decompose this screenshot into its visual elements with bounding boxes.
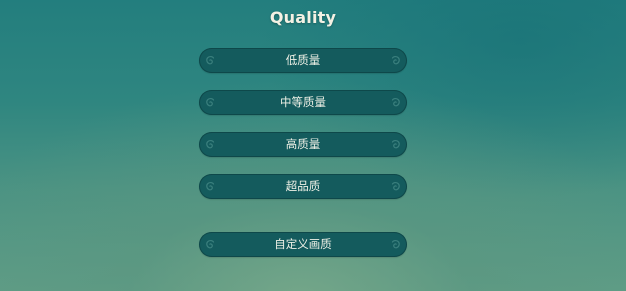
swirl-right-icon [390, 55, 401, 66]
swirl-left-icon [205, 181, 216, 192]
swirl-right-icon [390, 139, 401, 150]
swirl-right-icon [390, 181, 401, 192]
custom-quality-button[interactable]: 自定义画质 [199, 232, 407, 257]
high-quality-button[interactable]: 高质量 [199, 132, 407, 157]
swirl-left-icon [205, 97, 216, 108]
low-quality-button[interactable]: 低质量 [199, 48, 407, 73]
button-label: 超品质 [285, 179, 321, 193]
ultra-quality-button[interactable]: 超品质 [199, 174, 407, 199]
swirl-right-icon [390, 97, 401, 108]
medium-quality-button[interactable]: 中等质量 [199, 90, 407, 115]
button-label: 低质量 [285, 53, 321, 67]
swirl-left-icon [205, 55, 216, 66]
button-label: 自定义画质 [274, 237, 332, 251]
page-title: Quality [269, 8, 337, 27]
swirl-right-icon [390, 239, 401, 250]
button-label: 高质量 [285, 137, 321, 151]
button-label: 中等质量 [280, 95, 326, 109]
swirl-left-icon [205, 239, 216, 250]
swirl-left-icon [205, 139, 216, 150]
